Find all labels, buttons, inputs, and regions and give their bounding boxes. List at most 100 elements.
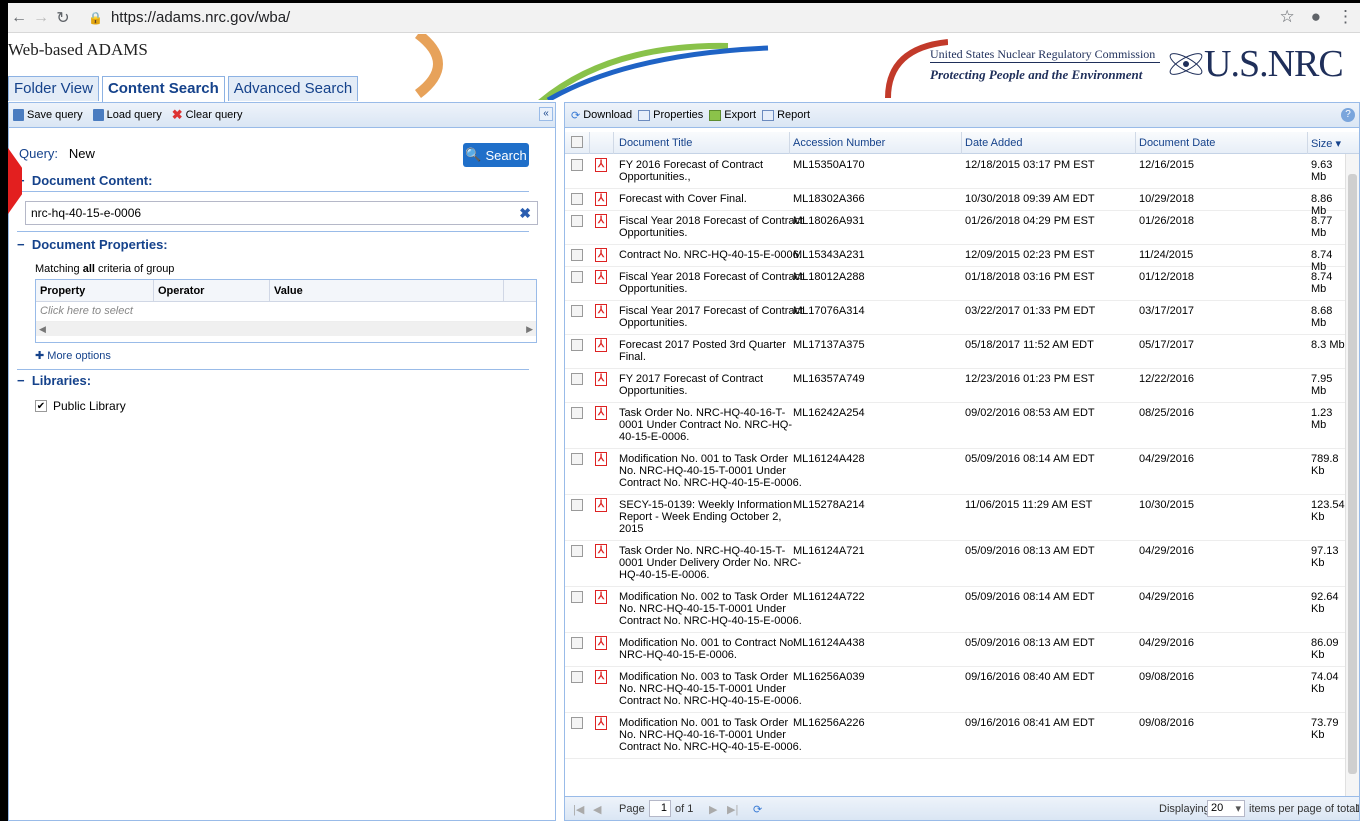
horizontal-scrollbar[interactable]: ◀ ▶ <box>36 322 536 336</box>
document-title-cell[interactable]: Forecast 2017 Posted 3rd Quarter Final. <box>619 339 786 363</box>
column-property[interactable]: Property <box>36 280 154 301</box>
row-checkbox[interactable] <box>571 453 583 465</box>
row-checkbox[interactable] <box>571 591 583 603</box>
table-row[interactable]: ⅄ Fiscal Year 2018 Forecast of Contract Op… <box>565 211 1347 245</box>
vertical-scrollbar[interactable] <box>1345 154 1359 796</box>
help-icon[interactable]: ? <box>1341 108 1355 122</box>
table-row[interactable]: ⅄ Modification No. 001 to Contract No. NRC… <box>565 633 1347 667</box>
table-row[interactable]: ⅄ Forecast 2017 Posted 3rd Quarter Final. M… <box>565 335 1347 369</box>
search-button[interactable]: 🔍 Search <box>463 143 529 167</box>
row-checkbox[interactable] <box>571 339 583 351</box>
export-button[interactable]: Export <box>709 109 756 121</box>
select-all-checkbox[interactable] <box>571 136 583 148</box>
column-accession-number[interactable]: Accession Number <box>793 137 885 149</box>
table-row[interactable]: ⅄ FY 2017 Forecast of Contract Opportuniti… <box>565 369 1347 403</box>
document-title-cell[interactable]: Fiscal Year 2018 Forecast of Contract Opp… <box>619 271 803 295</box>
next-page-icon[interactable]: ▶ <box>709 803 717 816</box>
table-row[interactable]: ⅄ SECY-15-0139: Weekly Information Report … <box>565 495 1347 541</box>
table-row[interactable]: ⅄ Contract No. NRC-HQ-40-15-E-0006. ML1534… <box>565 245 1347 273</box>
document-content-heading[interactable]: − Document Content: <box>17 173 152 188</box>
address-bar[interactable]: 🔒 https://adams.nrc.gov/wba/ <box>88 9 290 26</box>
row-checkbox[interactable] <box>571 717 583 729</box>
refresh-icon[interactable]: ⟳ <box>753 803 762 816</box>
prev-page-icon[interactable]: ◀ <box>593 803 601 816</box>
document-title-cell[interactable]: Modification No. 003 to Task Order No. NR… <box>619 671 802 707</box>
row-checkbox[interactable] <box>571 215 583 227</box>
properties-placeholder-row[interactable]: Click here to select <box>36 302 536 322</box>
document-title-cell[interactable]: FY 2017 Forecast of Contract Opportunitie… <box>619 373 763 397</box>
table-row[interactable]: ⅄ Forecast with Cover Final. ML18302A366 10… <box>565 189 1347 217</box>
properties-button[interactable]: Properties <box>638 109 703 121</box>
checkbox-checked-icon[interactable]: ✔ <box>35 400 47 412</box>
document-properties-heading[interactable]: − Document Properties: <box>17 237 168 252</box>
public-library-checkbox[interactable]: ✔ Public Library <box>35 399 126 413</box>
document-title-cell[interactable]: Forecast with Cover Final. <box>619 193 747 205</box>
pdf-icon[interactable]: ⅄ <box>595 372 607 386</box>
back-icon[interactable]: ← <box>8 9 30 27</box>
document-title-cell[interactable]: Modification No. 001 to Task Order No. NR… <box>619 453 802 489</box>
scroll-right-icon[interactable]: ▶ <box>526 324 533 335</box>
clear-input-icon[interactable]: ✖ <box>519 205 531 222</box>
row-checkbox[interactable] <box>571 499 583 511</box>
libraries-heading[interactable]: − Libraries: <box>17 373 91 388</box>
table-row[interactable]: ⅄ Modification No. 001 to Task Order No. N… <box>565 449 1347 495</box>
document-content-input[interactable]: nrc-hq-40-15-e-0006 ✖ <box>25 201 538 225</box>
document-title-cell[interactable]: Fiscal Year 2018 Forecast of Contract Opp… <box>619 215 803 239</box>
per-page-select[interactable]: 20 ▾ <box>1207 800 1245 817</box>
download-button[interactable]: ⟳ Download <box>571 109 632 122</box>
save-query-button[interactable]: Save query <box>13 109 83 121</box>
menu-kebab-icon[interactable]: ⋮ <box>1337 7 1354 27</box>
pdf-icon[interactable]: ⅄ <box>595 338 607 352</box>
pdf-icon[interactable]: ⅄ <box>595 214 607 228</box>
row-checkbox[interactable] <box>571 545 583 557</box>
pdf-icon[interactable]: ⅄ <box>595 452 607 466</box>
table-row[interactable]: ⅄ Modification No. 001 to Task Order No. N… <box>565 713 1347 759</box>
table-row[interactable]: ⅄ FY 2016 Forecast of Contract Opportuniti… <box>565 155 1347 189</box>
column-value[interactable]: Value <box>270 280 504 301</box>
scrollbar-thumb[interactable] <box>1348 174 1357 774</box>
column-document-title[interactable]: Document Title <box>619 137 692 149</box>
pdf-icon[interactable]: ⅄ <box>595 636 607 650</box>
url-text[interactable]: https://adams.nrc.gov/wba/ <box>111 9 290 26</box>
document-title-cell[interactable]: Fiscal Year 2017 Forecast of Contract Opp… <box>619 305 803 329</box>
first-page-icon[interactable]: |◀ <box>573 803 584 816</box>
column-size[interactable]: Size ▾ <box>1311 137 1341 150</box>
tab-folder-view[interactable]: Folder View <box>8 76 99 101</box>
column-document-date[interactable]: Document Date <box>1139 137 1215 149</box>
pdf-icon[interactable]: ⅄ <box>595 158 607 172</box>
document-title-cell[interactable]: Task Order No. NRC-HQ-40-15-T- 0001 Under… <box>619 545 801 581</box>
column-date-added[interactable]: Date Added <box>965 137 1023 149</box>
pdf-icon[interactable]: ⅄ <box>595 590 607 604</box>
pdf-icon[interactable]: ⅄ <box>595 670 607 684</box>
pdf-icon[interactable]: ⅄ <box>595 270 607 284</box>
row-checkbox[interactable] <box>571 637 583 649</box>
pdf-icon[interactable]: ⅄ <box>595 544 607 558</box>
collapse-panel-icon[interactable]: « <box>539 107 553 121</box>
last-page-icon[interactable]: ▶| <box>727 803 738 816</box>
table-row[interactable]: ⅄ Modification No. 003 to Task Order No. N… <box>565 667 1347 713</box>
scroll-left-icon[interactable]: ◀ <box>39 324 46 335</box>
page-number-input[interactable]: 1 <box>649 800 671 817</box>
document-title-cell[interactable]: Modification No. 001 to Task Order No. NR… <box>619 717 802 753</box>
document-title-cell[interactable]: Task Order No. NRC-HQ-40-16-T- 0001 Under… <box>619 407 792 443</box>
table-row[interactable]: ⅄ Modification No. 002 to Task Order No. N… <box>565 587 1347 633</box>
report-button[interactable]: Report <box>762 109 810 121</box>
document-title-cell[interactable]: Modification No. 002 to Task Order No. NR… <box>619 591 802 627</box>
row-checkbox[interactable] <box>571 305 583 317</box>
pdf-icon[interactable]: ⅄ <box>595 304 607 318</box>
document-title-cell[interactable]: Modification No. 001 to Contract No. NRC-… <box>619 637 796 661</box>
tab-content-search[interactable]: Content Search <box>101 76 225 102</box>
more-options-link[interactable]: ✚ More options <box>35 349 111 362</box>
bookmark-star-icon[interactable]: ☆ <box>1279 7 1294 27</box>
document-title-cell[interactable]: FY 2016 Forecast of Contract Opportunitie… <box>619 159 763 183</box>
row-checkbox[interactable] <box>571 407 583 419</box>
pdf-icon[interactable]: ⅄ <box>595 406 607 420</box>
pdf-icon[interactable]: ⅄ <box>595 248 607 262</box>
column-operator[interactable]: Operator <box>154 280 270 301</box>
row-checkbox[interactable] <box>571 671 583 683</box>
pdf-icon[interactable]: ⅄ <box>595 192 607 206</box>
forward-icon[interactable]: → <box>30 9 52 27</box>
tab-advanced-search[interactable]: Advanced Search <box>227 76 359 101</box>
pdf-icon[interactable]: ⅄ <box>595 716 607 730</box>
row-checkbox[interactable] <box>571 373 583 385</box>
